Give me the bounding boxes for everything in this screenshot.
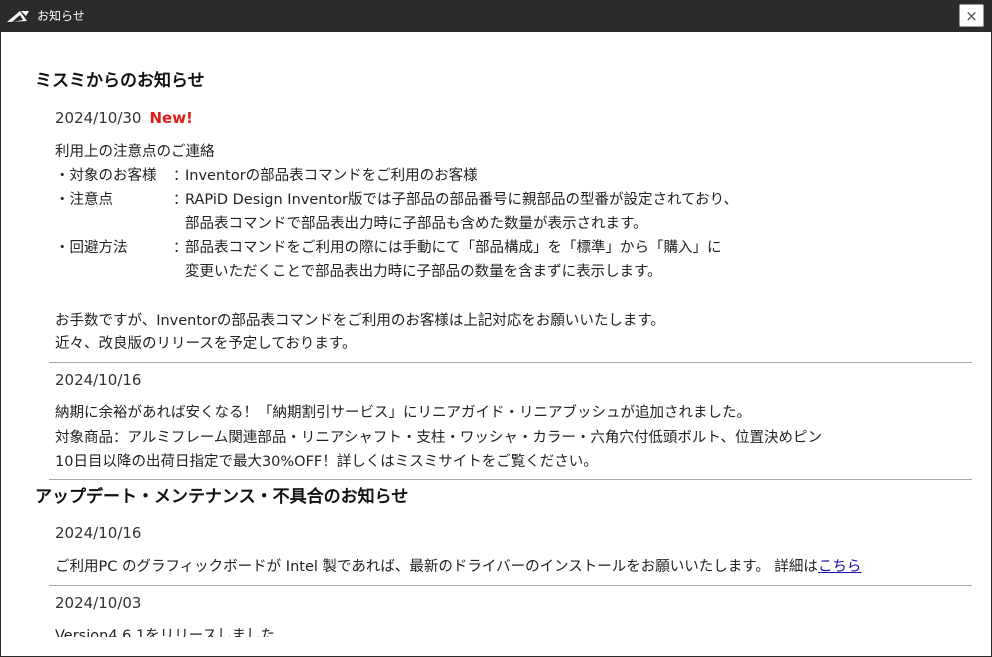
notice-body-line: お手数ですが、Inventorの部品表コマンドをご利用のお客様は上記対応をお願い…: [55, 313, 665, 329]
window-bottom-margin: [1, 637, 991, 656]
row-label: ・回避方法: [55, 240, 128, 256]
new-badge: New!: [149, 109, 193, 127]
notice-body-line: 納期に余裕があれば安くなる！「納期割引サービス」にリニアガイド・リニアブッシュが…: [55, 405, 751, 421]
notice-date: 2024/10/16: [55, 371, 142, 389]
section-title-updates: アップデート・メンテナンス・不具合のお知らせ: [35, 487, 409, 507]
notice-body-line: 近々、改良版のリリースを予定しております。: [55, 336, 357, 352]
notice-date: 2024/10/16: [55, 524, 142, 542]
notice-body-line: Version4.6.1をリリースしました: [55, 628, 275, 637]
notice-divider: [49, 479, 972, 480]
notice-date: 2024/10/03: [55, 594, 142, 612]
notice-body-line: 対象商品：アルミフレーム関連部品・リニアシャフト・支柱・ワッシャ・カラー・六角穴…: [55, 430, 823, 446]
row-label: ・注意点: [55, 192, 113, 208]
notice-heading: 利用上の注意点のご連絡: [55, 144, 215, 160]
notice-date-text: 2024/10/30: [55, 109, 142, 127]
row-text: 部品表コマンドをご利用の際には手動にて「部品構成」を「標準」から「購入」に: [185, 240, 722, 256]
row-text-continued: 部品表コマンドで部品表出力時に子部品も含めた数量が表示されます。: [185, 216, 648, 232]
details-link[interactable]: こちら: [818, 559, 862, 575]
notice-window: お知らせ × ミスミからのお知らせ 2024/10/30 New! 利用上の注意点…: [0, 0, 992, 657]
row-text: RAPiD Design Inventor版では子部品の部品番号に親部品の型番が…: [185, 192, 739, 208]
notice-date: 2024/10/30 New!: [55, 108, 193, 128]
notice-body-line: 10日目以降の出荷日指定で最大30%OFF！詳しくはミスミサイトをご覧ください。: [55, 454, 598, 470]
title-bar: お知らせ ×: [1, 1, 991, 32]
close-button[interactable]: ×: [959, 4, 984, 27]
notice-content[interactable]: ミスミからのお知らせ 2024/10/30 New! 利用上の注意点のご連絡 ・対…: [1, 32, 991, 637]
notice-body-text: ご利用PC のグラフィックボードが Intel 製であれば、最新のドライバーのイ…: [55, 559, 818, 575]
row-label: ・対象のお客様: [55, 168, 157, 184]
notice-body-line: ご利用PC のグラフィックボードが Intel 製であれば、最新のドライバーのイ…: [55, 557, 861, 577]
section-title-misumi: ミスミからのお知らせ: [35, 71, 205, 91]
window-title: お知らせ: [37, 9, 85, 23]
app-logo-icon: [7, 11, 29, 22]
row-text-continued: 変更いただくことで部品表出力時に子部品の数量を含まずに表示します。: [185, 264, 662, 280]
notice-divider: [49, 585, 972, 586]
row-text: Inventorの部品表コマンドをご利用のお客様: [185, 168, 478, 184]
notice-divider: [49, 362, 972, 363]
